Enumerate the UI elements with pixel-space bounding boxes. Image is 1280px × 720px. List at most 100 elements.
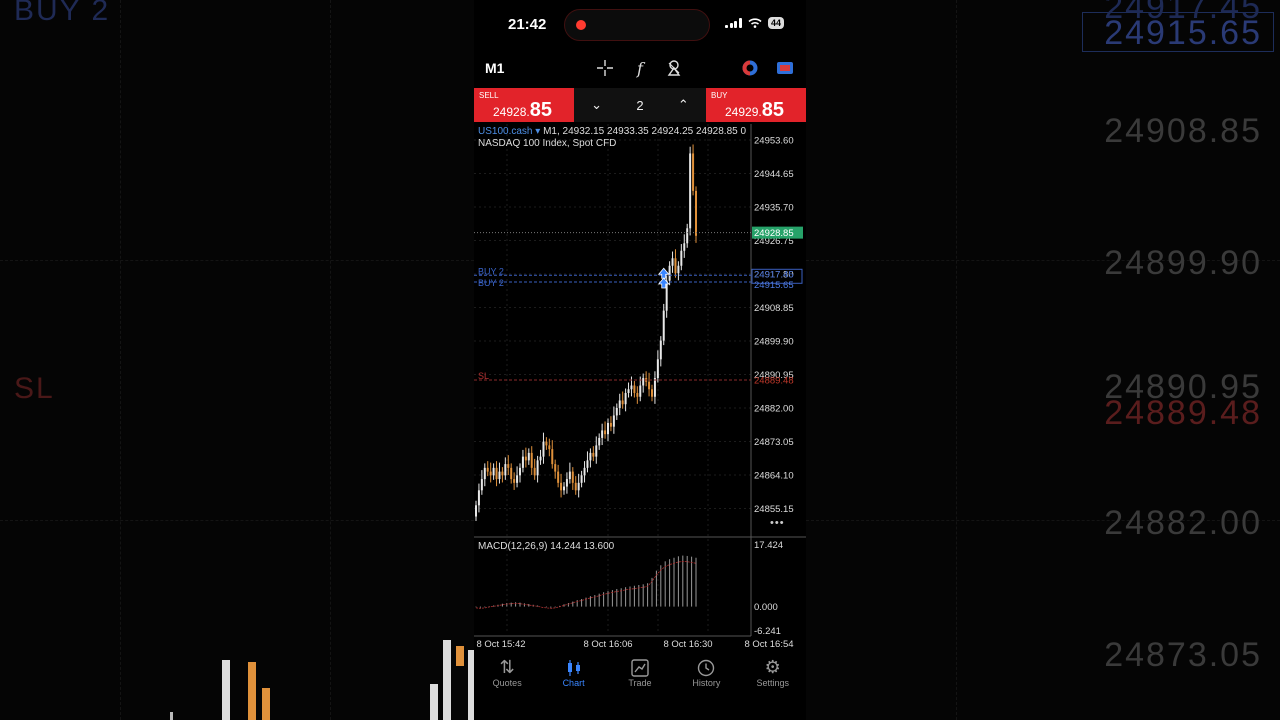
one-click-trade-panel: SELL 24928.85 ⌄ 2 ⌃ BUY 24929.85: [474, 88, 806, 122]
quotes-icon: ⇅: [499, 657, 515, 677]
bg-price-buy: 24915.65: [1104, 14, 1262, 52]
record-dot-icon: [576, 20, 586, 30]
candle-body: [507, 464, 510, 468]
nav-chart[interactable]: Chart: [544, 652, 604, 702]
price-axis-label: 24873.05: [754, 437, 794, 448]
candle-body: [475, 505, 477, 517]
nav-settings[interactable]: ⚙ Settings: [743, 652, 803, 702]
candle-body: [492, 467, 495, 476]
trade-icon: [610, 656, 670, 678]
objects-icon[interactable]: [665, 58, 685, 78]
bg-price: 24873.05: [1104, 636, 1262, 674]
timeframe-button[interactable]: M1: [485, 60, 504, 76]
candle-body: [686, 228, 689, 244]
status-bar: 21:42 44: [474, 0, 806, 50]
candle-body: [477, 490, 480, 506]
candle-body: [674, 258, 677, 274]
background-right: 24917.45 24915.65 24908.85 24899.90 2489…: [806, 0, 1280, 720]
nav-trade[interactable]: Trade: [610, 652, 670, 702]
time-axis-label: 8 Oct 16:30: [663, 639, 712, 650]
bg-candles: [170, 640, 474, 720]
macd-axis-label: -6.241: [754, 626, 781, 637]
symbol-name[interactable]: US100.cash: [478, 126, 532, 137]
candle-body: [524, 456, 527, 461]
time-axis-label: 8 Oct 16:06: [583, 639, 632, 650]
bg-price-sl: 24889.48: [1104, 394, 1262, 432]
volume-decrease-button[interactable]: ⌄: [591, 97, 602, 113]
volume-control: ⌄ 2 ⌃: [574, 88, 706, 122]
candle-body: [624, 393, 627, 405]
candle-body: [621, 400, 624, 405]
candle-body: [598, 437, 601, 446]
candle-body: [586, 460, 589, 468]
candle-body: [501, 471, 504, 476]
background-left: BUY 2 SL: [0, 0, 474, 720]
candle-body: [504, 464, 507, 476]
candle-body: [589, 452, 592, 461]
buy-button[interactable]: BUY 24929.85: [706, 88, 806, 122]
candle-body: [551, 449, 554, 465]
volume-increase-button[interactable]: ⌃: [678, 97, 689, 113]
candle-body: [580, 475, 583, 483]
candle-body: [695, 190, 697, 236]
price-axis-label: 24953.60: [754, 135, 794, 146]
sell-button[interactable]: SELL 24928.85: [474, 88, 574, 122]
battery-icon: 44: [767, 17, 784, 29]
settings-icon: ⚙: [764, 657, 781, 677]
nav-history[interactable]: History: [676, 652, 736, 702]
indicators-icon[interactable]: f: [630, 58, 650, 78]
candle-body: [662, 310, 665, 341]
candle-body: [554, 464, 557, 472]
candle-body: [574, 482, 577, 491]
candle-body: [656, 359, 659, 379]
candle-body: [577, 482, 580, 491]
bottom-navigation: ⇅ Quotes Chart Trade History ⚙ Settings: [474, 652, 806, 702]
one-click-trading-icon[interactable]: [740, 58, 760, 78]
candle-body: [659, 340, 662, 360]
candle-body: [677, 265, 680, 274]
price-chart[interactable]: 24953.60 24944.65 24935.70 24926.75 24917.80…: [474, 124, 806, 652]
candle-body: [548, 445, 551, 450]
candle-body: [519, 467, 521, 476]
wifi-icon: [748, 18, 762, 28]
screen-recording-indicator[interactable]: [564, 9, 710, 41]
candle-body: [545, 441, 548, 446]
candle-body: [683, 243, 686, 251]
chart-canvas[interactable]: 24953.6024944.6524935.7024926.7524917.80…: [474, 124, 806, 652]
nav-quotes[interactable]: ⇅ Quotes: [477, 652, 537, 702]
current-price-label: 24928.85: [754, 228, 794, 239]
chart-toolbar: M1 f: [474, 56, 806, 82]
candle-body: [565, 479, 568, 487]
candle-body: [636, 393, 639, 397]
candle-body: [521, 456, 524, 468]
candle-body: [633, 385, 636, 393]
price-axis-label: 24935.70: [754, 202, 794, 213]
price-axis-label: 24855.15: [754, 504, 794, 515]
history-icon: [676, 656, 736, 678]
bg-price: 24899.90: [1104, 244, 1262, 282]
crosshair-icon[interactable]: [595, 58, 615, 78]
buy-price-label: 24917.45: [754, 269, 794, 280]
volume-value[interactable]: 2: [636, 98, 643, 113]
candle-body: [609, 422, 612, 427]
candle-body: [592, 452, 595, 457]
more-options-icon[interactable]: •••: [770, 517, 785, 529]
candle-body: [671, 258, 674, 266]
candle-body: [607, 422, 609, 435]
candle-body: [583, 467, 586, 476]
stop-loss-label: SL: [478, 371, 489, 381]
bg-grid-line: [956, 0, 957, 720]
nav-label: Settings: [756, 678, 790, 688]
price-axis-label: 24908.85: [754, 303, 794, 314]
buy-price-label: 24915.65: [754, 280, 794, 291]
candle-body: [668, 265, 671, 281]
price-axis-label: 24882.00: [754, 403, 794, 414]
buy-price: 24929.85: [725, 99, 784, 121]
time-axis-label: 8 Oct 15:42: [476, 639, 525, 650]
nav-label: Trade: [628, 678, 652, 688]
candle-body: [639, 385, 642, 397]
candle-body: [533, 467, 536, 476]
chart-icon: [544, 656, 604, 678]
candle-body: [604, 430, 607, 435]
trading-panel-icon[interactable]: [775, 58, 795, 78]
